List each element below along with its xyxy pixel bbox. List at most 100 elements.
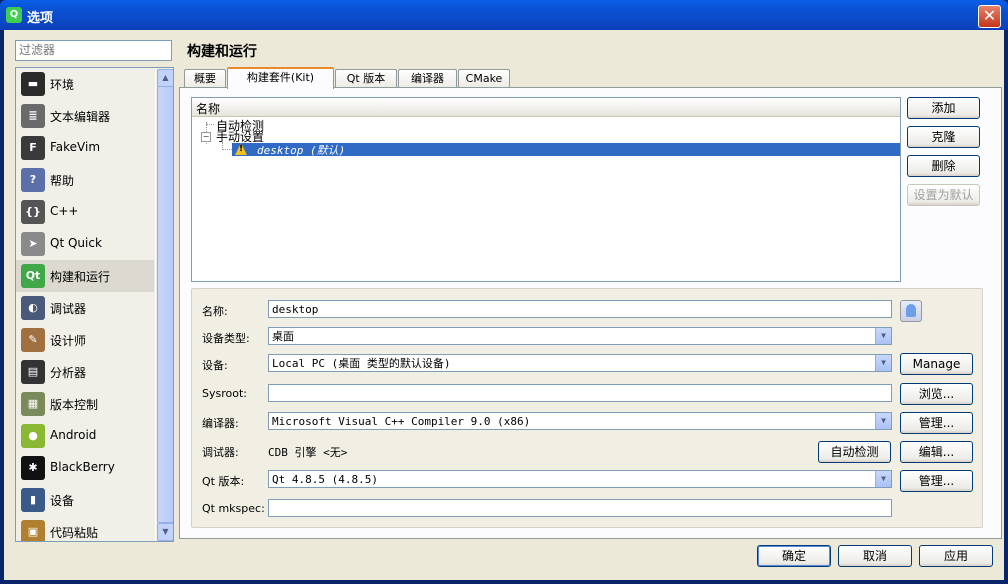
kit-tree[interactable]: 名称 自动检测 − 手动设置 ! desktop (默认) (191, 97, 901, 282)
ok-button[interactable]: 确定 (757, 545, 831, 567)
debugger-autodetect-button[interactable]: 自动检测 (818, 441, 891, 463)
chevron-down-icon[interactable]: ▼ (875, 471, 891, 487)
sidebar-item[interactable]: ✱ BlackBerry (16, 452, 154, 484)
tab-cmake[interactable]: CMake (458, 69, 510, 87)
chevron-down-icon[interactable]: ▼ (875, 413, 891, 429)
tree-connector (222, 149, 232, 150)
tab-compilers[interactable]: 编译器 (398, 69, 457, 87)
qt-logo-icon: Q (6, 7, 22, 23)
device-label: 设备: (202, 359, 228, 372)
sidebar-item-label: 帮助 (50, 174, 75, 188)
debugger-edit-button[interactable]: 编辑... (900, 441, 973, 463)
sidebar-item[interactable]: ▣ 代码粘贴 (16, 516, 154, 541)
name-field[interactable]: desktop (268, 300, 892, 318)
sidebar-item-label: 设计师 (50, 334, 87, 348)
sidebar-item[interactable]: ? 帮助 (16, 164, 154, 196)
sidebar-item-label: 设备 (50, 494, 75, 508)
remove-kit-button[interactable]: 删除 (907, 155, 980, 177)
sidebar-item-label: 调试器 (50, 302, 87, 316)
sidebar-item-label: FakeVim (50, 140, 101, 154)
tab-kits[interactable]: 构建套件(Kit) (227, 67, 334, 89)
kit-details-form: 名称: desktop 设备类型: 桌面 ▼ 设备: Local PC (桌面 … (191, 288, 983, 528)
compiler-value: Microsoft Visual C++ Compiler 9.0 (x86) (272, 415, 531, 428)
scroll-down-icon[interactable]: ▼ (157, 523, 173, 541)
qt-version-label: Qt 版本: (202, 475, 245, 488)
build-run-icon: Qt (21, 264, 45, 288)
device-icon: ▮ (21, 488, 45, 512)
sidebar-item-label: Android (50, 428, 97, 442)
window-title: 选项 (27, 11, 54, 26)
sidebar-item[interactable]: ▦ 版本控制 (16, 388, 154, 420)
apply-button[interactable]: 应用 (919, 545, 993, 567)
tab-summary[interactable]: 概要 (184, 69, 226, 87)
device-combo[interactable]: Local PC (桌面 类型的默认设备) ▼ (268, 354, 892, 372)
sidebar-item[interactable]: ● Android (16, 420, 154, 452)
sysroot-label: Sysroot: (202, 387, 247, 400)
sidebar-item[interactable]: {} C++ (16, 196, 154, 228)
device-manage-button[interactable]: Manage (900, 353, 973, 375)
paper-plane-icon: ➤ (21, 232, 45, 256)
sidebar-item-label: 代码粘贴 (50, 526, 99, 540)
debugger-value: CDB 引擎 <无> (268, 446, 348, 459)
add-kit-button[interactable]: 添加 (907, 97, 980, 119)
device-icon[interactable] (900, 300, 922, 322)
sidebar-item[interactable]: ▬ 环境 (16, 68, 154, 100)
sidebar-item-label: Qt Quick (50, 236, 102, 250)
device-value: Local PC (桌面 类型的默认设备) (272, 357, 451, 370)
sysroot-field[interactable] (268, 384, 892, 402)
compiler-combo[interactable]: Microsoft Visual C++ Compiler 9.0 (x86) … (268, 412, 892, 430)
blackberry-icon: ✱ (21, 456, 45, 480)
sidebar-item[interactable]: F FakeVim (16, 132, 154, 164)
cancel-button[interactable]: 取消 (838, 545, 912, 567)
kit-name-label: desktop (默认) (257, 144, 346, 157)
sidebar-item[interactable]: ✎ 设计师 (16, 324, 154, 356)
device-type-combo[interactable]: 桌面 ▼ (268, 327, 892, 345)
title-bar[interactable]: Q 选项 ✕ (0, 0, 1008, 30)
sidebar-scrollbar[interactable]: ▲ ▼ (155, 68, 173, 541)
device-type-label: 设备类型: (202, 332, 250, 345)
designer-icon: ✎ (21, 328, 45, 352)
compiler-label: 编译器: (202, 417, 239, 430)
clone-kit-button[interactable]: 克隆 (907, 126, 980, 148)
sidebar-item-label: 环境 (50, 78, 75, 92)
debugger-icon: ◐ (21, 296, 45, 320)
close-button[interactable]: ✕ (978, 5, 1001, 28)
sidebar-item[interactable]: ▮ 设备 (16, 484, 154, 516)
tree-item-desktop-kit[interactable]: ! desktop (默认) (232, 143, 900, 157)
qt-version-combo[interactable]: Qt 4.8.5 (4.8.5) ▼ (268, 470, 892, 488)
device-type-value: 桌面 (272, 330, 294, 343)
text-editor-icon: ≣ (21, 104, 45, 128)
fakevim-icon: F (21, 136, 45, 160)
filter-box[interactable] (15, 40, 172, 61)
collapse-icon[interactable]: − (201, 132, 211, 142)
mkspec-field[interactable] (268, 499, 892, 517)
braces-icon: {} (21, 200, 45, 224)
name-column-header: 名称 (196, 102, 221, 116)
sidebar-item[interactable]: ◐ 调试器 (16, 292, 154, 324)
dialog-client: ▣ 代码粘贴 ▮ 设备 ✱ BlackBerry ● Android ▦ 版本控制 ▤ 分析器 ✎ 设计师… (4, 30, 1004, 580)
analyzer-icon: ▤ (21, 360, 45, 384)
options-dialog: Q 选项 ✕ ▣ 代码粘贴 ▮ 设备 ✱ BlackBerry ● Android ▦ 版本控制 ▤… (0, 0, 1008, 584)
android-icon: ● (21, 424, 45, 448)
scroll-thumb[interactable] (157, 86, 173, 523)
mkspec-label: Qt mkspec: (202, 502, 265, 515)
qt-version-manage-button[interactable]: 管理... (900, 470, 973, 492)
set-default-button[interactable]: 设置为默认 (907, 184, 980, 206)
sidebar-item[interactable]: Qt 构建和运行 (16, 260, 154, 292)
sidebar-item[interactable]: ▤ 分析器 (16, 356, 154, 388)
paste-icon: ▣ (21, 520, 45, 541)
tree-header: 名称 (192, 98, 900, 117)
monitor-icon: ▬ (21, 72, 45, 96)
chevron-down-icon[interactable]: ▼ (875, 328, 891, 344)
compiler-manage-button[interactable]: 管理... (900, 412, 973, 434)
scroll-up-icon[interactable]: ▲ (157, 69, 173, 87)
filter-input[interactable] (16, 41, 172, 58)
sidebar-item-label: C++ (50, 204, 79, 218)
sidebar-item-label: 文本编辑器 (50, 110, 111, 124)
version-control-icon: ▦ (21, 392, 45, 416)
sidebar-item[interactable]: ➤ Qt Quick (16, 228, 154, 260)
sysroot-browse-button[interactable]: 浏览... (900, 383, 973, 405)
sidebar-item[interactable]: ≣ 文本编辑器 (16, 100, 154, 132)
tab-qt-versions[interactable]: Qt 版本 (335, 69, 397, 87)
chevron-down-icon[interactable]: ▼ (875, 355, 891, 371)
